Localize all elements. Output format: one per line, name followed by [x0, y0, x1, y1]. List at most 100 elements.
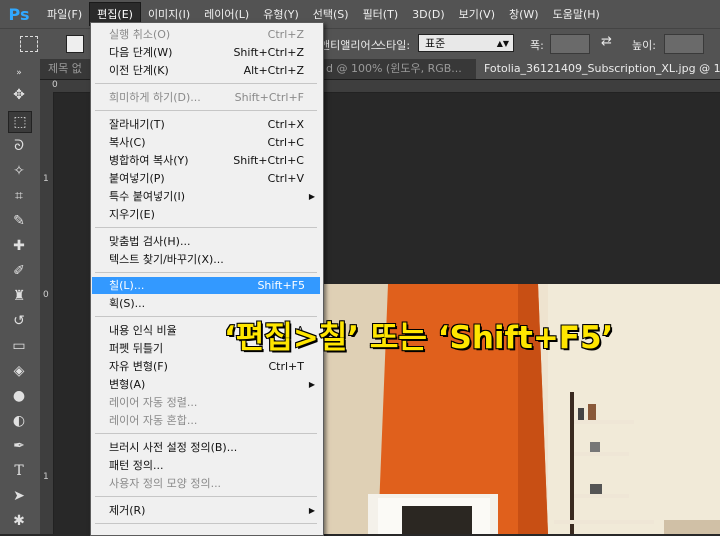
menu-step-backward[interactable]: 이전 단계(K) Alt+Ctrl+Z	[109, 62, 319, 79]
menu-item-label: 칠(L)...	[109, 279, 145, 292]
menu-item-label: 제거(R)	[109, 504, 146, 517]
edit-menu-dropdown: 실행 취소(O) Ctrl+Z 다음 단계(W) Shift+Ctrl+Z 이전 단…	[90, 22, 324, 536]
ruler-mark: 0	[52, 80, 58, 90]
menu-separator	[95, 316, 317, 317]
marquee-preset-icon[interactable]	[20, 36, 38, 52]
menu-item-label: 특수 붙여넣기(I)	[109, 190, 186, 203]
antialias-label[interactable]: 앤티앨리어스	[320, 37, 381, 53]
menu-item-shortcut: Ctrl+C	[267, 136, 304, 149]
menu-item-label: 내용 인식 비율	[109, 324, 177, 337]
menu-item-label: 획(S)...	[109, 297, 146, 310]
history-brush-icon[interactable]: ↺	[8, 311, 30, 331]
menu-item-shortcut: Ctrl+V	[267, 172, 304, 185]
menu-transform[interactable]: 변형(A) ▶	[109, 376, 319, 393]
style-label: 스타일:	[376, 39, 411, 52]
pen-tool-icon[interactable]: ✒	[8, 436, 30, 456]
ruler-mark: 1	[43, 174, 49, 184]
menu-separator	[95, 227, 317, 228]
menu-cut[interactable]: 잘라내기(T) Ctrl+X	[109, 116, 319, 133]
menu-separator	[95, 272, 317, 273]
brush-tool-icon[interactable]: ✐	[8, 261, 30, 281]
type-tool-icon[interactable]: T	[8, 461, 30, 481]
menu-item-label: 희미하게 하기(D)...	[109, 91, 201, 104]
menu-define-pattern[interactable]: 패턴 정의...	[109, 457, 319, 474]
menu-item-label: 레이어 자동 혼합...	[109, 414, 198, 427]
menu-item-shortcut: Shift+Ctrl+C	[233, 154, 304, 167]
menu-filter[interactable]: 필터(T)	[356, 3, 406, 25]
eraser-icon[interactable]: ▭	[8, 336, 30, 356]
lasso-tool-icon[interactable]: ᘐ	[8, 136, 30, 156]
ruler-mark: 0	[43, 290, 49, 300]
menu-item-label: 병합하여 복사(Y)	[109, 154, 189, 167]
submenu-arrow-icon: ▶	[308, 380, 315, 389]
menu-item-label: 붙여넣기(P)	[109, 172, 165, 185]
move-tool-icon[interactable]: ✥	[8, 85, 30, 105]
healing-brush-icon[interactable]: ✚	[8, 236, 30, 256]
menu-help[interactable]: 도움말(H)	[546, 3, 607, 25]
tab-document-2[interactable]: d @ 100% (윈도우, RGB...	[318, 59, 480, 79]
menu-separator	[95, 110, 317, 111]
tab-fotolia[interactable]: Fotolia_36121409_Subscription_XL.jpg @ 1…	[476, 59, 720, 79]
menu-item-shortcut: Ctrl+Z	[267, 28, 304, 41]
menu-paste[interactable]: 붙여넣기(P) Ctrl+V	[109, 170, 319, 187]
menu-check-spelling[interactable]: 맞춤법 검사(H)...	[109, 233, 319, 250]
menu-paste-special[interactable]: 특수 붙여넣기(I) ▶	[109, 188, 319, 205]
menu-fill[interactable]: 칠(L)... Shift+F5	[92, 277, 320, 294]
ruler-vertical: 1 0 1	[40, 92, 54, 534]
clone-stamp-icon[interactable]: ♜	[8, 286, 30, 306]
menu-item-label: 자유 변형(F)	[109, 360, 168, 373]
menu-copy-merged[interactable]: 병합하여 복사(Y) Shift+Ctrl+C	[109, 152, 319, 169]
paint-bucket-icon[interactable]: ◈	[8, 361, 30, 381]
menu-item-label: 지우기(E)	[109, 208, 155, 221]
menu-separator	[95, 83, 317, 84]
menu-define-brush[interactable]: 브러시 사전 설정 정의(B)...	[109, 439, 319, 456]
menu-free-transform[interactable]: 자유 변형(F) Ctrl+T	[109, 358, 319, 375]
crop-tool-icon[interactable]: ⌗	[8, 186, 30, 206]
menu-stroke[interactable]: 획(S)...	[109, 295, 319, 312]
magic-wand-icon[interactable]: ✧	[8, 161, 30, 181]
menu-auto-blend-layers[interactable]: 레이어 자동 혼합...	[109, 412, 319, 429]
custom-shape-icon[interactable]: ✱	[8, 511, 30, 531]
menu-item-label: 브러시 사전 설정 정의(B)...	[109, 441, 238, 454]
height-label: 높이:	[632, 39, 656, 52]
style-select[interactable]: 표준 ▲▼	[418, 34, 514, 52]
height-field[interactable]	[664, 34, 704, 54]
submenu-arrow-icon: ▶	[308, 506, 315, 515]
menu-item-label: 사용자 정의 모양 정의...	[109, 477, 222, 490]
marquee-tool-icon[interactable]: ⬚	[8, 111, 32, 133]
menu-purge[interactable]: 제거(R) ▶	[109, 502, 319, 519]
menu-file[interactable]: 파일(F)	[40, 3, 89, 25]
menu-item-label: 변형(A)	[109, 378, 146, 391]
menu-item-label: 퍼펫 뒤틀기	[109, 342, 164, 355]
menu-item-label: 다음 단계(W)	[109, 46, 173, 59]
menu-step-forward[interactable]: 다음 단계(W) Shift+Ctrl+Z	[109, 44, 319, 61]
menu-separator	[95, 496, 317, 497]
menu-auto-align-layers[interactable]: 레이어 자동 정렬...	[109, 394, 319, 411]
menu-item-shortcut: Alt+Ctrl+Z	[243, 64, 304, 77]
new-selection-icon[interactable]	[66, 35, 84, 53]
menu-copy[interactable]: 복사(C) Ctrl+C	[109, 134, 319, 151]
menu-item-label: 레이어 자동 정렬...	[109, 396, 198, 409]
menu-separator	[95, 523, 317, 524]
menu-find-replace[interactable]: 텍스트 찾기/바꾸기(X)...	[109, 251, 319, 268]
path-selection-icon[interactable]: ➤	[8, 486, 30, 506]
panel-collapse-icon[interactable]: »	[8, 63, 30, 83]
dodge-tool-icon[interactable]: ◐	[8, 411, 30, 431]
menu-item-label: 잘라내기(T)	[109, 118, 165, 131]
menu-item-shortcut: Shift+Ctrl+F	[234, 91, 304, 104]
menu-item-label: 맞춤법 검사(H)...	[109, 235, 191, 248]
eyedropper-icon[interactable]: ✎	[8, 211, 30, 231]
menu-undo[interactable]: 실행 취소(O) Ctrl+Z	[109, 26, 319, 43]
blur-tool-icon[interactable]: ●	[8, 386, 30, 406]
menu-item-label: 복사(C)	[109, 136, 146, 149]
menu-view[interactable]: 보기(V)	[452, 3, 502, 25]
annotation-callout: ‘편집>칠’ 또는 ‘Shift+F5’	[223, 319, 614, 357]
menu-define-custom-shape[interactable]: 사용자 정의 모양 정의...	[109, 475, 319, 492]
menu-separator	[95, 433, 317, 434]
menu-clear[interactable]: 지우기(E)	[109, 206, 319, 223]
menu-fade[interactable]: 희미하게 하기(D)... Shift+Ctrl+F	[109, 89, 319, 106]
swap-icon[interactable]: ⇄	[601, 34, 612, 49]
menu-3d[interactable]: 3D(D)	[405, 5, 452, 24]
menu-window[interactable]: 창(W)	[502, 3, 546, 25]
width-field[interactable]	[550, 34, 590, 54]
